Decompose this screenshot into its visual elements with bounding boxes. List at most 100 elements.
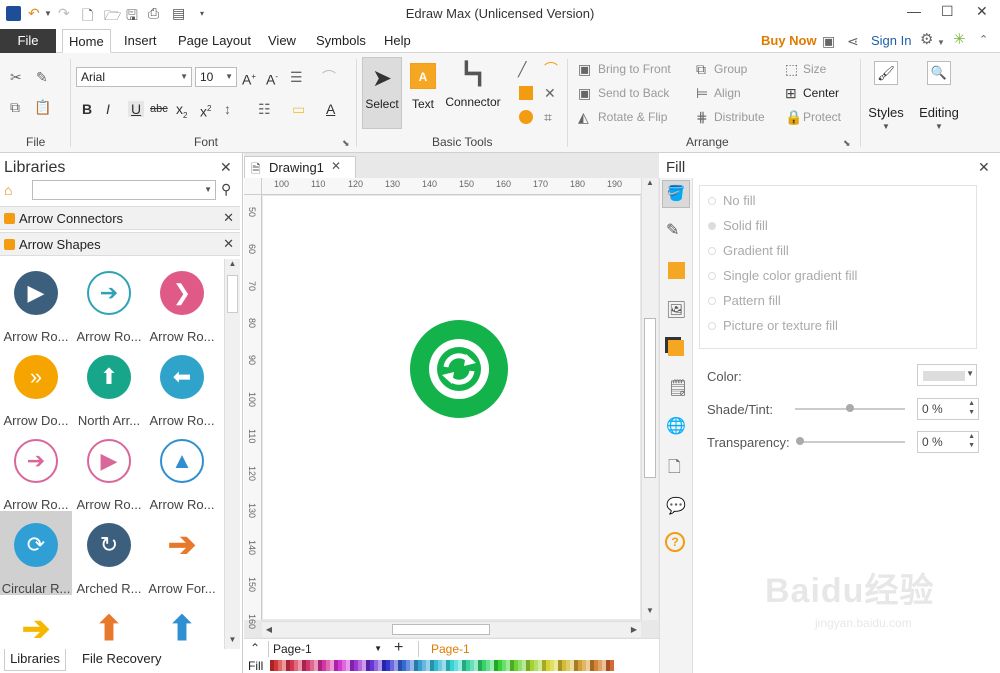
category-close-icon[interactable]: ✕ <box>223 236 234 252</box>
arc-tool-icon[interactable]: ⌒ <box>544 61 558 77</box>
superscript-icon[interactable]: x2 <box>200 101 211 120</box>
clear-format-icon[interactable]: ✎ <box>36 69 48 85</box>
horizontal-scrollbar[interactable]: ◀ ▶ <box>262 621 641 637</box>
font-color-icon[interactable]: A <box>326 101 335 117</box>
align-label[interactable]: Align <box>714 86 741 100</box>
swatch-strip[interactable] <box>270 660 614 671</box>
scroll-down-icon[interactable]: ▼ <box>642 606 658 620</box>
line-tool-icon[interactable]: ╱ <box>518 61 526 77</box>
libraries-close-icon[interactable]: ✕ <box>220 159 232 176</box>
document-tab[interactable]: 🗎 Drawing1 ✕ <box>244 156 356 178</box>
print-icon[interactable]: ⎙ <box>148 5 159 22</box>
protect-icon[interactable]: 🔒 <box>785 109 802 125</box>
circular-refresh-shape[interactable] <box>410 320 508 418</box>
decrease-font-icon[interactable]: A- <box>266 69 278 88</box>
settings-dropdown-icon[interactable]: ▼ <box>937 35 945 51</box>
subscript-icon[interactable]: x2 <box>176 101 187 124</box>
size-icon[interactable]: ⬚ <box>785 61 798 77</box>
library-shape[interactable]: ➔ Arrow For... <box>146 511 218 596</box>
ribbon-collapse-icon[interactable]: ⌃ <box>979 32 988 48</box>
buy-now-link[interactable]: Buy Now <box>761 33 817 48</box>
sign-in-link[interactable]: Sign In <box>871 33 911 48</box>
home-icon[interactable]: ⌂ <box>4 182 12 198</box>
font-family-select[interactable]: Arial ▼ <box>76 67 192 87</box>
scrollbar-thumb[interactable] <box>644 318 656 478</box>
fill-option-label[interactable]: Picture or texture fill <box>723 318 838 333</box>
page-select[interactable]: Page-1 ▼ <box>268 641 384 657</box>
library-shape[interactable]: ➔ Arrow Ro... <box>0 427 72 512</box>
export-icon[interactable]: ▤ <box>172 5 185 22</box>
size-label[interactable]: Size <box>803 62 826 76</box>
library-shape[interactable]: ↻ Arched R... <box>73 511 145 596</box>
transparency-thumb[interactable] <box>796 437 804 445</box>
scrollbar-thumb[interactable] <box>392 624 490 635</box>
line-spacing-icon[interactable]: ↕ <box>224 101 231 117</box>
fill-option-radio[interactable] <box>708 197 716 205</box>
increase-font-icon[interactable]: A+ <box>242 69 256 88</box>
page-tab[interactable]: Page-1 <box>418 641 482 657</box>
close-icon[interactable]: ✕ <box>976 3 988 20</box>
shadow-icon[interactable] <box>668 262 685 279</box>
underline-icon[interactable]: U <box>128 101 145 117</box>
tab-libraries[interactable]: Libraries <box>4 649 66 671</box>
fill-option-radio[interactable] <box>708 322 716 330</box>
tab-insert[interactable]: Insert <box>118 29 163 53</box>
fill-option-label[interactable]: Pattern fill <box>723 293 781 308</box>
tab-view[interactable]: View <box>262 29 302 53</box>
italic-icon[interactable]: I <box>106 101 110 117</box>
document-close-icon[interactable]: ✕ <box>331 159 341 173</box>
library-shape[interactable]: ⬆ <box>146 595 218 649</box>
cart-icon[interactable]: ▣ <box>822 33 835 49</box>
shade-tint-thumb[interactable] <box>846 404 854 412</box>
library-shape[interactable]: ⬆ <box>73 595 145 649</box>
attachment-icon[interactable]: 🗋 <box>668 456 681 483</box>
color-picker[interactable]: ▼ <box>917 364 977 386</box>
maximize-icon[interactable]: ☐ <box>941 3 954 20</box>
shade-tint-input[interactable]: 0 % ▲ ▼ <box>917 398 979 420</box>
bring-to-front-label[interactable]: Bring to Front <box>598 62 671 76</box>
center-label[interactable]: Center <box>803 86 839 100</box>
rectangle-tool-icon[interactable] <box>519 86 533 100</box>
font-dialog-icon[interactable]: ⬊ <box>342 135 350 151</box>
fill-panel-close-icon[interactable]: ✕ <box>978 159 990 176</box>
copy-icon[interactable]: ⧉ <box>10 99 20 115</box>
fill-option-label[interactable]: Gradient fill <box>723 243 789 258</box>
undo-icon[interactable]: ↶ <box>28 5 40 22</box>
fill-option-label[interactable]: No fill <box>723 193 756 208</box>
send-to-back-label[interactable]: Send to Back <box>598 86 669 100</box>
comment-icon[interactable]: 💬 <box>666 496 686 516</box>
library-shape[interactable]: ▲ Arrow Ro... <box>146 427 218 512</box>
arrange-dialog-icon[interactable]: ⬊ <box>843 135 851 151</box>
help-icon[interactable]: ? <box>665 532 685 552</box>
category-close-icon[interactable]: ✕ <box>223 210 234 226</box>
fill-tool-icon[interactable]: 🪣 <box>662 180 690 208</box>
tab-help[interactable]: Help <box>378 29 417 53</box>
highlight-icon[interactable]: ▭ <box>292 101 305 117</box>
minimize-icon[interactable]: — <box>907 3 921 19</box>
bullets-icon[interactable]: ☷ <box>258 101 271 117</box>
line-tool-icon[interactable]: ✎ <box>666 220 679 240</box>
transparency-input[interactable]: 0 % ▲ ▼ <box>917 431 979 453</box>
tab-home[interactable]: Home <box>62 29 111 53</box>
library-shape[interactable]: ⟳ Circular R... <box>0 511 72 596</box>
add-page-icon[interactable]: + <box>394 639 403 657</box>
protect-label[interactable]: Protect <box>803 110 841 124</box>
library-shape[interactable]: ➔ Arrow Ro... <box>73 259 145 344</box>
tab-file[interactable]: File <box>0 29 56 53</box>
bring-front-icon[interactable]: ▣ <box>578 61 591 77</box>
theme-icon[interactable]: ✳ <box>953 32 966 48</box>
font-size-select[interactable]: 10 ▼ <box>195 67 237 87</box>
format-painter-icon[interactable]: ✂ <box>10 69 22 85</box>
page-properties-icon[interactable]: 🗒 <box>668 378 688 398</box>
fill-option-radio[interactable] <box>708 222 716 230</box>
library-shape[interactable]: » Arrow Do... <box>0 343 72 428</box>
share-icon[interactable]: ⋖ <box>847 33 859 49</box>
library-shape[interactable]: ➔ <box>0 595 72 649</box>
bold-icon[interactable]: B <box>82 101 92 117</box>
text-tool-button[interactable]: A Text <box>406 57 440 129</box>
distribute-label[interactable]: Distribute <box>714 110 765 124</box>
fill-option-radio[interactable] <box>708 247 716 255</box>
transparency-slider[interactable] <box>797 441 905 443</box>
center-icon[interactable]: ⊞ <box>785 85 797 101</box>
cross-tool-icon[interactable]: ✕ <box>544 85 556 101</box>
